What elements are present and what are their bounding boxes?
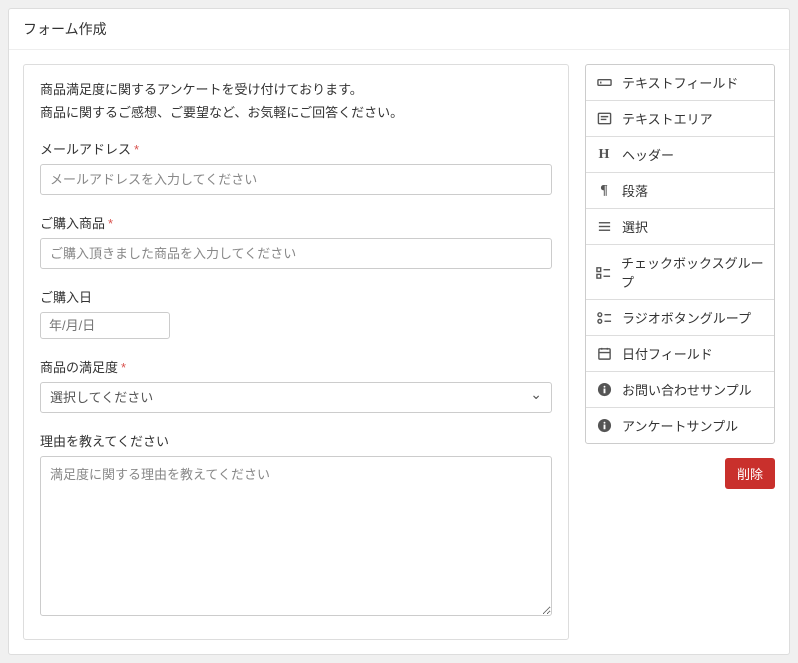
field-label-satisfaction: 商品の満足度* (40, 357, 552, 376)
delete-button[interactable]: 削除 (725, 458, 775, 489)
field-label-product: ご購入商品* (40, 213, 552, 232)
intro-line-1: 商品満足度に関するアンケートを受け付けております。 (40, 79, 552, 98)
checkbox-group-icon (596, 265, 611, 280)
required-marker: * (134, 142, 139, 157)
widget-item[interactable]: お問い合わせサンプル (586, 372, 774, 408)
widget-item-label: 日付フィールド (622, 344, 713, 363)
intro-line-2: 商品に関するご感想、ご要望など、お気軽にご回答ください。 (40, 102, 552, 121)
widget-item-label: お問い合わせサンプル (622, 380, 752, 399)
widget-item[interactable]: H ヘッダー (586, 137, 774, 173)
widget-item[interactable]: 選択 (586, 209, 774, 245)
info-icon (596, 382, 612, 397)
header-icon: H (596, 147, 612, 163)
info-icon (596, 418, 612, 433)
widget-item-label: ヘッダー (622, 145, 674, 164)
page-title: フォーム作成 (9, 9, 789, 50)
widget-item[interactable]: ラジオボタングループ (586, 300, 774, 336)
content-area: 商品満足度に関するアンケートを受け付けております。 商品に関するご感想、ご要望な… (9, 50, 789, 654)
field-purchase-date: ご購入日 (40, 287, 552, 339)
widget-item[interactable]: アンケートサンプル (586, 408, 774, 443)
label-text: メールアドレス (40, 142, 131, 157)
widget-item[interactable]: チェックボックスグループ (586, 245, 774, 300)
radio-group-icon (596, 310, 612, 325)
right-column: テキストフィールドテキストエリア H ヘッダー ¶ 段落選択チェックボックスグループラジ… (585, 64, 775, 489)
paragraph-icon: ¶ (596, 183, 612, 199)
widget-item-label: テキストエリア (622, 109, 713, 128)
widget-item[interactable]: テキストフィールド (586, 65, 774, 101)
text-field-icon (596, 75, 612, 90)
purchase-date-input[interactable] (40, 312, 170, 339)
label-text: ご購入商品 (40, 216, 105, 231)
widget-item-label: テキストフィールド (622, 73, 738, 92)
field-email: メールアドレス* (40, 139, 552, 195)
field-product: ご購入商品* (40, 213, 552, 269)
text-area-icon (596, 111, 612, 126)
date-field-icon (596, 346, 612, 361)
widget-item-label: チェックボックスグループ (621, 253, 764, 291)
product-input[interactable] (40, 238, 552, 269)
widget-item-label: ラジオボタングループ (622, 308, 751, 327)
form-builder-panel: フォーム作成 商品満足度に関するアンケートを受け付けております。 商品に関するご… (8, 8, 790, 655)
field-label-email: メールアドレス* (40, 139, 552, 158)
widget-list: テキストフィールドテキストエリア H ヘッダー ¶ 段落選択チェックボックスグループラジ… (585, 64, 775, 444)
satisfaction-select-wrap: 選択してください (40, 382, 552, 413)
required-marker: * (121, 360, 126, 375)
widget-item[interactable]: 日付フィールド (586, 336, 774, 372)
field-label-reason: 理由を教えてください (40, 431, 552, 450)
email-input[interactable] (40, 164, 552, 195)
form-preview: 商品満足度に関するアンケートを受け付けております。 商品に関するご感想、ご要望な… (23, 64, 569, 640)
reason-textarea[interactable] (40, 456, 552, 616)
widget-item-label: 選択 (622, 217, 648, 236)
satisfaction-select[interactable]: 選択してください (40, 382, 552, 413)
label-text: 商品の満足度 (40, 360, 118, 375)
field-label-purchase-date: ご購入日 (40, 287, 552, 306)
delete-row: 削除 (585, 458, 775, 489)
widget-item-label: 段落 (622, 181, 648, 200)
widget-item[interactable]: テキストエリア (586, 101, 774, 137)
field-reason: 理由を教えてください (40, 431, 552, 619)
field-satisfaction: 商品の満足度* 選択してください (40, 357, 552, 413)
select-icon (596, 219, 612, 234)
required-marker: * (108, 216, 113, 231)
widget-item[interactable]: ¶ 段落 (586, 173, 774, 209)
widget-item-label: アンケートサンプル (622, 416, 738, 435)
intro-text: 商品満足度に関するアンケートを受け付けております。 商品に関するご感想、ご要望な… (40, 79, 552, 121)
